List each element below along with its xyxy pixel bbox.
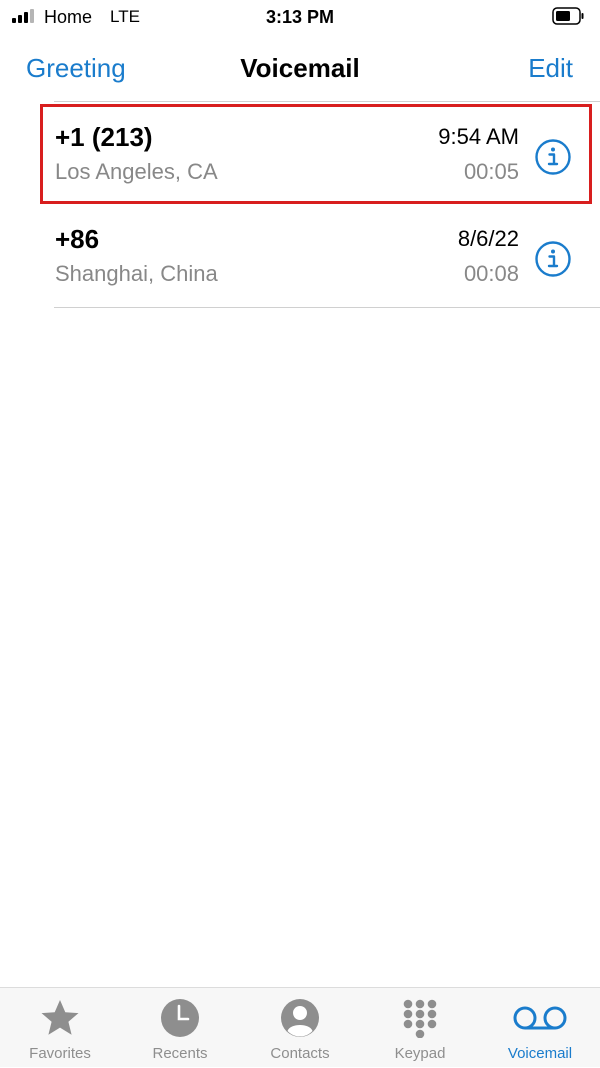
tab-label: Contacts <box>270 1045 330 1062</box>
voicemail-caller: +86 <box>55 224 100 254</box>
voicemail-location: Los Angeles, CA <box>55 159 218 184</box>
voicemail-row[interactable]: +86 Shanghai, China 8/6/22 00:08 <box>0 206 600 308</box>
voicemail-duration: 00:08 <box>463 261 519 286</box>
clock-icon <box>161 999 199 1037</box>
tab-favorites[interactable]: Favorites <box>0 988 120 1068</box>
info-icon[interactable] <box>534 240 572 278</box>
status-time: 3:13 PM <box>265 7 335 27</box>
tab-recents[interactable]: Recents <box>120 988 240 1068</box>
voicemail-date: 8/6/22 <box>457 226 519 251</box>
tab-voicemail[interactable]: Voicemail <box>480 988 600 1068</box>
voicemail-row[interactable]: +1 (213) Los Angeles, CA 9:54 AM 00:05 <box>0 104 600 206</box>
tab-contacts[interactable]: Contacts <box>240 988 360 1068</box>
voicemail-location: Shanghai, China <box>55 261 218 286</box>
voicemail-date: 9:54 AM <box>438 124 519 149</box>
keypad-icon <box>403 999 437 1038</box>
battery-icon <box>552 7 584 25</box>
status-bar: Home LTE 3:13 PM <box>0 0 600 34</box>
tab-keypad[interactable]: Keypad <box>360 988 480 1068</box>
tab-label: Keypad <box>394 1045 446 1062</box>
person-icon <box>281 999 319 1037</box>
star-icon <box>41 1000 79 1035</box>
tab-bar: Favorites Recents Contacts Keypad Voicem… <box>0 987 600 1067</box>
voicemail-icon <box>513 1006 567 1030</box>
tab-label: Favorites <box>29 1045 91 1062</box>
edit-button[interactable]: Edit <box>528 52 573 84</box>
page-title: Voicemail <box>240 53 360 83</box>
navigation-bar: Greeting Voicemail Edit <box>0 44 600 94</box>
voicemail-duration: 00:05 <box>463 159 519 184</box>
tab-label: Voicemail <box>507 1045 573 1062</box>
voicemail-caller: +1 (213) <box>55 122 153 152</box>
divider <box>54 101 600 102</box>
info-icon[interactable] <box>534 138 572 176</box>
divider <box>54 307 600 308</box>
tab-label: Recents <box>152 1045 208 1062</box>
